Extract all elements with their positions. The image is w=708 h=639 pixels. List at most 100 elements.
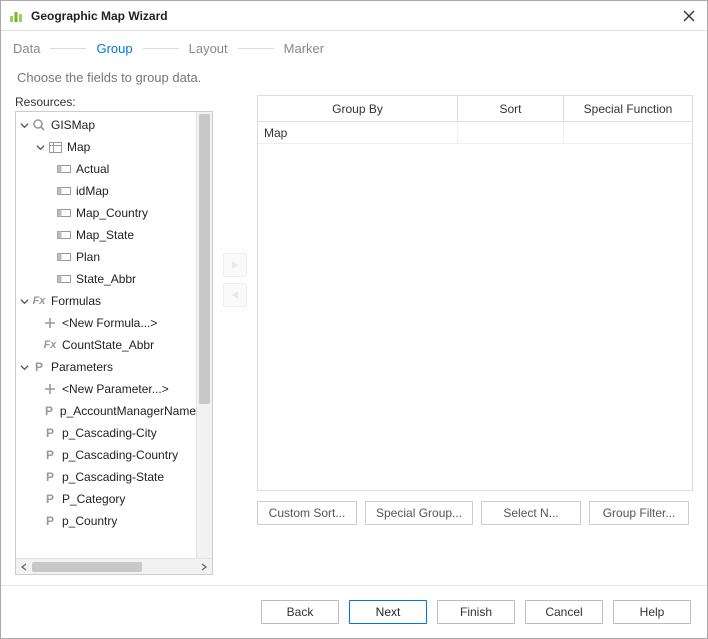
col-header-special[interactable]: Special Function <box>564 96 692 121</box>
transfer-buttons <box>221 95 249 575</box>
field-icon <box>56 161 72 177</box>
scrollbar-thumb[interactable] <box>32 562 142 572</box>
tree-label: p_AccountManagerName <box>60 404 196 418</box>
content-area: Resources: GISMap Map <box>1 95 707 585</box>
tree-label: p_Cascading-State <box>62 470 164 484</box>
cell-sort[interactable] <box>458 122 564 143</box>
step-separator <box>143 48 179 49</box>
chevron-down-icon[interactable] <box>18 295 30 307</box>
col-header-groupby[interactable]: Group By <box>258 96 458 121</box>
custom-sort-button[interactable]: Custom Sort... <box>257 501 357 525</box>
tree-label: CountState_Abbr <box>62 338 154 352</box>
scrollbar-thumb[interactable] <box>199 114 210 404</box>
tree-leaf-p-casstate[interactable]: P p_Cascading-State <box>16 466 196 488</box>
tree-label: Map_Country <box>76 206 148 220</box>
select-n-button[interactable]: Select N... <box>481 501 581 525</box>
tree-leaf-p-acct[interactable]: P p_AccountManagerName <box>16 400 196 422</box>
tree-leaf-p-cascountry[interactable]: P p_Cascading-Country <box>16 444 196 466</box>
close-button[interactable] <box>679 6 699 26</box>
col-header-sort[interactable]: Sort <box>458 96 564 121</box>
tree-leaf-map-country[interactable]: Map_Country <box>16 202 196 224</box>
parameter-icon: P <box>31 359 47 375</box>
parameter-icon: P <box>42 469 58 485</box>
finish-button[interactable]: Finish <box>437 600 515 624</box>
parameter-icon: P <box>42 403 56 419</box>
tree-body: GISMap Map Actual <box>16 112 196 558</box>
tree-node-map[interactable]: Map <box>16 136 196 158</box>
horizontal-scrollbar[interactable] <box>16 558 212 574</box>
tree-label: <New Parameter...> <box>62 382 169 396</box>
tree-label: P_Category <box>62 492 125 506</box>
tree-leaf-new-formula[interactable]: <New Formula...> <box>16 312 196 334</box>
tree-leaf-p-category[interactable]: P P_Category <box>16 488 196 510</box>
fx-icon: Fx <box>42 337 58 353</box>
tree-leaf-countstate[interactable]: Fx CountState_Abbr <box>16 334 196 356</box>
field-icon <box>56 205 72 221</box>
search-icon <box>31 117 47 133</box>
step-layout[interactable]: Layout <box>189 41 228 56</box>
next-button[interactable]: Next <box>349 600 427 624</box>
group-panel: Group By Sort Special Function Map Custo… <box>257 95 693 575</box>
field-icon <box>56 227 72 243</box>
remove-button[interactable] <box>223 283 247 307</box>
chevron-down-icon[interactable] <box>18 361 30 373</box>
app-icon <box>9 8 25 24</box>
wizard-footer: Back Next Finish Cancel Help <box>1 585 707 638</box>
field-icon <box>56 249 72 265</box>
step-marker[interactable]: Marker <box>284 41 324 56</box>
scroll-left-icon[interactable] <box>18 561 30 573</box>
tree-leaf-actual[interactable]: Actual <box>16 158 196 180</box>
chevron-down-icon[interactable] <box>34 141 46 153</box>
tree-label: idMap <box>76 184 109 198</box>
resources-label: Resources: <box>15 95 213 109</box>
grid-body: Map <box>258 122 692 490</box>
group-filter-button[interactable]: Group Filter... <box>589 501 689 525</box>
cancel-button[interactable]: Cancel <box>525 600 603 624</box>
step-group[interactable]: Group <box>96 41 132 56</box>
table-icon <box>47 139 63 155</box>
field-icon <box>56 183 72 199</box>
group-grid: Group By Sort Special Function Map <box>257 95 693 491</box>
tree-leaf-new-parameter[interactable]: <New Parameter...> <box>16 378 196 400</box>
plus-icon <box>42 315 58 331</box>
tree-node-parameters[interactable]: P Parameters <box>16 356 196 378</box>
cell-groupby[interactable]: Map <box>258 122 458 143</box>
tree-leaf-state-abbr[interactable]: State_Abbr <box>16 268 196 290</box>
scrollbar-track[interactable] <box>144 562 198 572</box>
resources-tree: GISMap Map Actual <box>16 112 212 558</box>
vertical-scrollbar[interactable] <box>196 112 212 558</box>
cell-special[interactable] <box>564 122 692 143</box>
tree-leaf-idmap[interactable]: idMap <box>16 180 196 202</box>
tree-label: Map_State <box>76 228 134 242</box>
parameter-icon: P <box>42 425 58 441</box>
parameter-icon: P <box>42 447 58 463</box>
field-icon <box>56 271 72 287</box>
scroll-right-icon[interactable] <box>198 561 210 573</box>
grid-button-row: Custom Sort... Special Group... Select N… <box>257 501 693 525</box>
wizard-window: Geographic Map Wizard Data Group Layout … <box>0 0 708 639</box>
plus-icon <box>42 381 58 397</box>
add-button[interactable] <box>223 253 247 277</box>
parameter-icon: P <box>42 513 58 529</box>
fx-icon: Fx <box>31 293 47 309</box>
back-button[interactable]: Back <box>261 600 339 624</box>
tree-leaf-p-cascity[interactable]: P p_Cascading-City <box>16 422 196 444</box>
tree-label: <New Formula...> <box>62 316 157 330</box>
help-button[interactable]: Help <box>613 600 691 624</box>
tree-node-gismap[interactable]: GISMap <box>16 114 196 136</box>
step-separator <box>238 48 274 49</box>
special-group-button[interactable]: Special Group... <box>365 501 473 525</box>
step-separator <box>50 48 86 49</box>
parameter-icon: P <box>42 491 58 507</box>
resources-tree-container: GISMap Map Actual <box>15 111 213 575</box>
tree-label: p_Cascading-Country <box>62 448 178 462</box>
tree-node-formulas[interactable]: Fx Formulas <box>16 290 196 312</box>
tree-leaf-map-state[interactable]: Map_State <box>16 224 196 246</box>
window-title: Geographic Map Wizard <box>31 9 679 23</box>
tree-leaf-p-country[interactable]: P p_Country <box>16 510 196 532</box>
step-data[interactable]: Data <box>13 41 40 56</box>
tree-label: GISMap <box>51 118 95 132</box>
tree-leaf-plan[interactable]: Plan <box>16 246 196 268</box>
grid-row[interactable]: Map <box>258 122 692 144</box>
chevron-down-icon[interactable] <box>18 119 30 131</box>
